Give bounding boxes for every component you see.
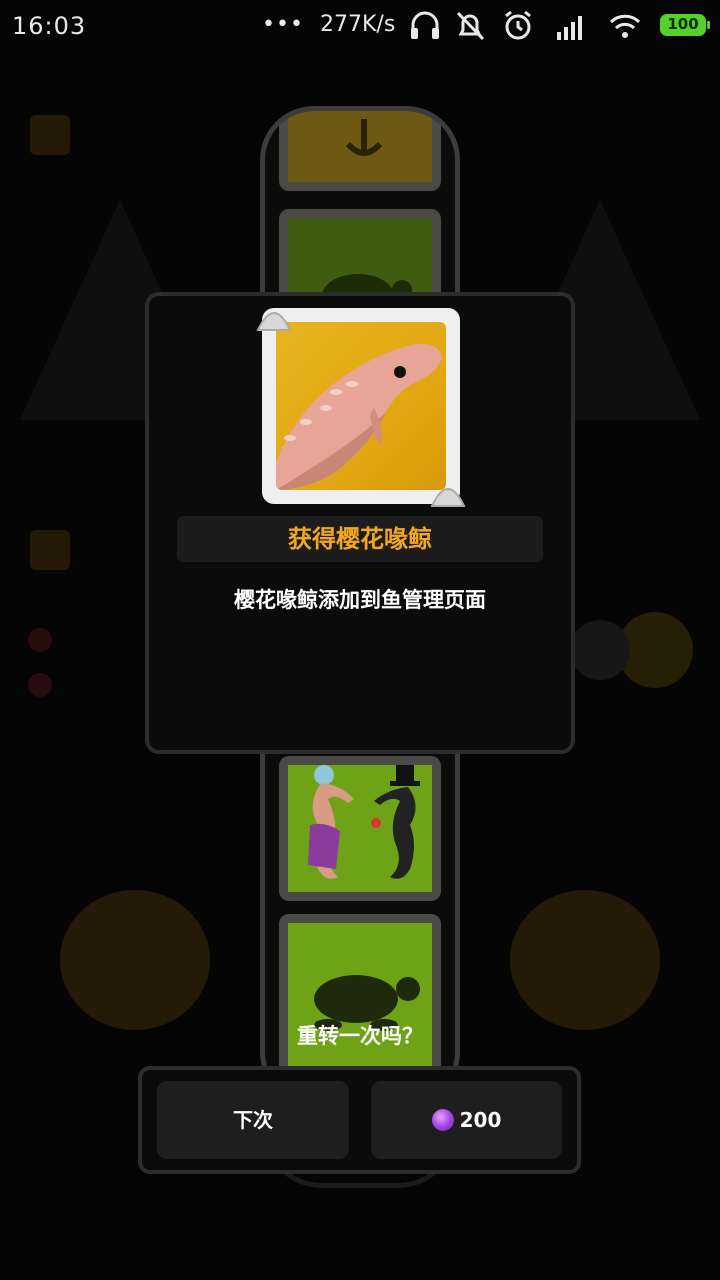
shell-icon (256, 312, 292, 331)
seahorse-couple-icon (308, 765, 420, 879)
wifi-icon (609, 14, 641, 38)
respin-prompt: 重转一次吗？ (297, 1024, 423, 1048)
reward-description: 樱花喙鲸添加到鱼管理页面 (234, 588, 486, 612)
shell-icon (430, 488, 466, 507)
respin-cost: 200 (459, 1108, 502, 1132)
status-bar: 16:03 ••• 277K/s 100 (0, 0, 720, 52)
respin-gem-button[interactable]: 200 (371, 1081, 562, 1159)
network-speed: 277K/s (320, 12, 396, 37)
signal-icon (557, 16, 582, 40)
purple-gem-icon (431, 1108, 454, 1131)
status-time: 16:03 (12, 12, 87, 40)
headset-icon (411, 11, 439, 39)
reward-card-image (276, 322, 446, 490)
reel-tile-seahorses (279, 756, 441, 901)
reel-tile-anchor (279, 111, 441, 191)
status-dots: ••• (262, 12, 304, 37)
reward-card (256, 308, 466, 507)
bell-muted-icon (456, 11, 485, 41)
alarm-icon (505, 10, 531, 40)
battery-indicator: 100 (660, 14, 710, 36)
battery-level: 100 (667, 15, 699, 33)
anchor-icon (345, 119, 383, 156)
next-time-button[interactable]: 下次 (157, 1081, 349, 1159)
reward-title: 获得樱花喙鲸 (177, 516, 543, 562)
sakura-whale-icon (276, 343, 442, 490)
